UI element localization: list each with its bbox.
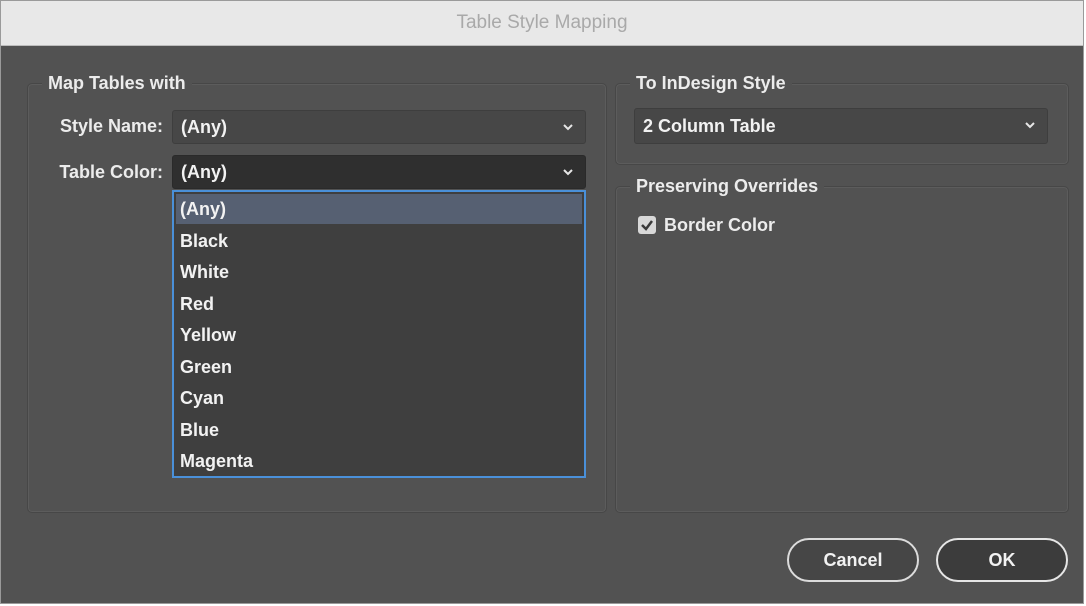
dropdown-option[interactable]: Magenta [176,446,582,476]
cancel-button-label: Cancel [823,549,883,570]
chevron-down-icon [563,169,573,176]
style-name-label: Style Name: [59,116,163,136]
chevron-down-icon [1025,122,1035,129]
cancel-button[interactable]: Cancel [787,538,919,582]
preserving-overrides-group-title: Preserving Overrides [630,175,825,197]
table-color-dropdown-list: (Any) Black White Red Yellow Green Cyan … [172,190,586,478]
dialog-window: Table Style Mapping Map Tables with Styl… [0,0,1084,604]
border-color-label: Border Color [664,215,776,235]
dropdown-option[interactable]: White [176,257,582,287]
indesign-style-select[interactable]: 2 Column Table [634,108,1048,144]
indesign-style-group-title: To InDesign Style [630,72,792,94]
ok-button[interactable]: OK [936,538,1068,582]
style-name-select[interactable]: (Any) [172,110,586,144]
dropdown-option[interactable]: Red [176,289,582,319]
border-color-checkbox[interactable] [638,216,656,234]
dropdown-option[interactable]: Black [176,226,582,256]
table-color-value: (Any) [181,161,227,182]
table-color-select[interactable]: (Any) [172,155,586,189]
checkmark-icon [641,220,653,231]
ok-button-label: OK [988,549,1016,570]
dropdown-option[interactable]: Blue [176,415,582,445]
window-title: Table Style Mapping [456,12,628,33]
table-color-label: Table Color: [59,162,163,182]
style-name-value: (Any) [181,116,227,137]
map-tables-group-title: Map Tables with [42,72,192,94]
dropdown-option[interactable]: Yellow [176,320,582,350]
title-bar: Table Style Mapping [1,1,1083,46]
chevron-down-icon [563,124,573,131]
indesign-style-value: 2 Column Table [643,115,776,136]
dropdown-option[interactable]: Cyan [176,383,582,413]
dropdown-option[interactable]: Green [176,352,582,382]
dropdown-option[interactable]: (Any) [176,194,582,224]
